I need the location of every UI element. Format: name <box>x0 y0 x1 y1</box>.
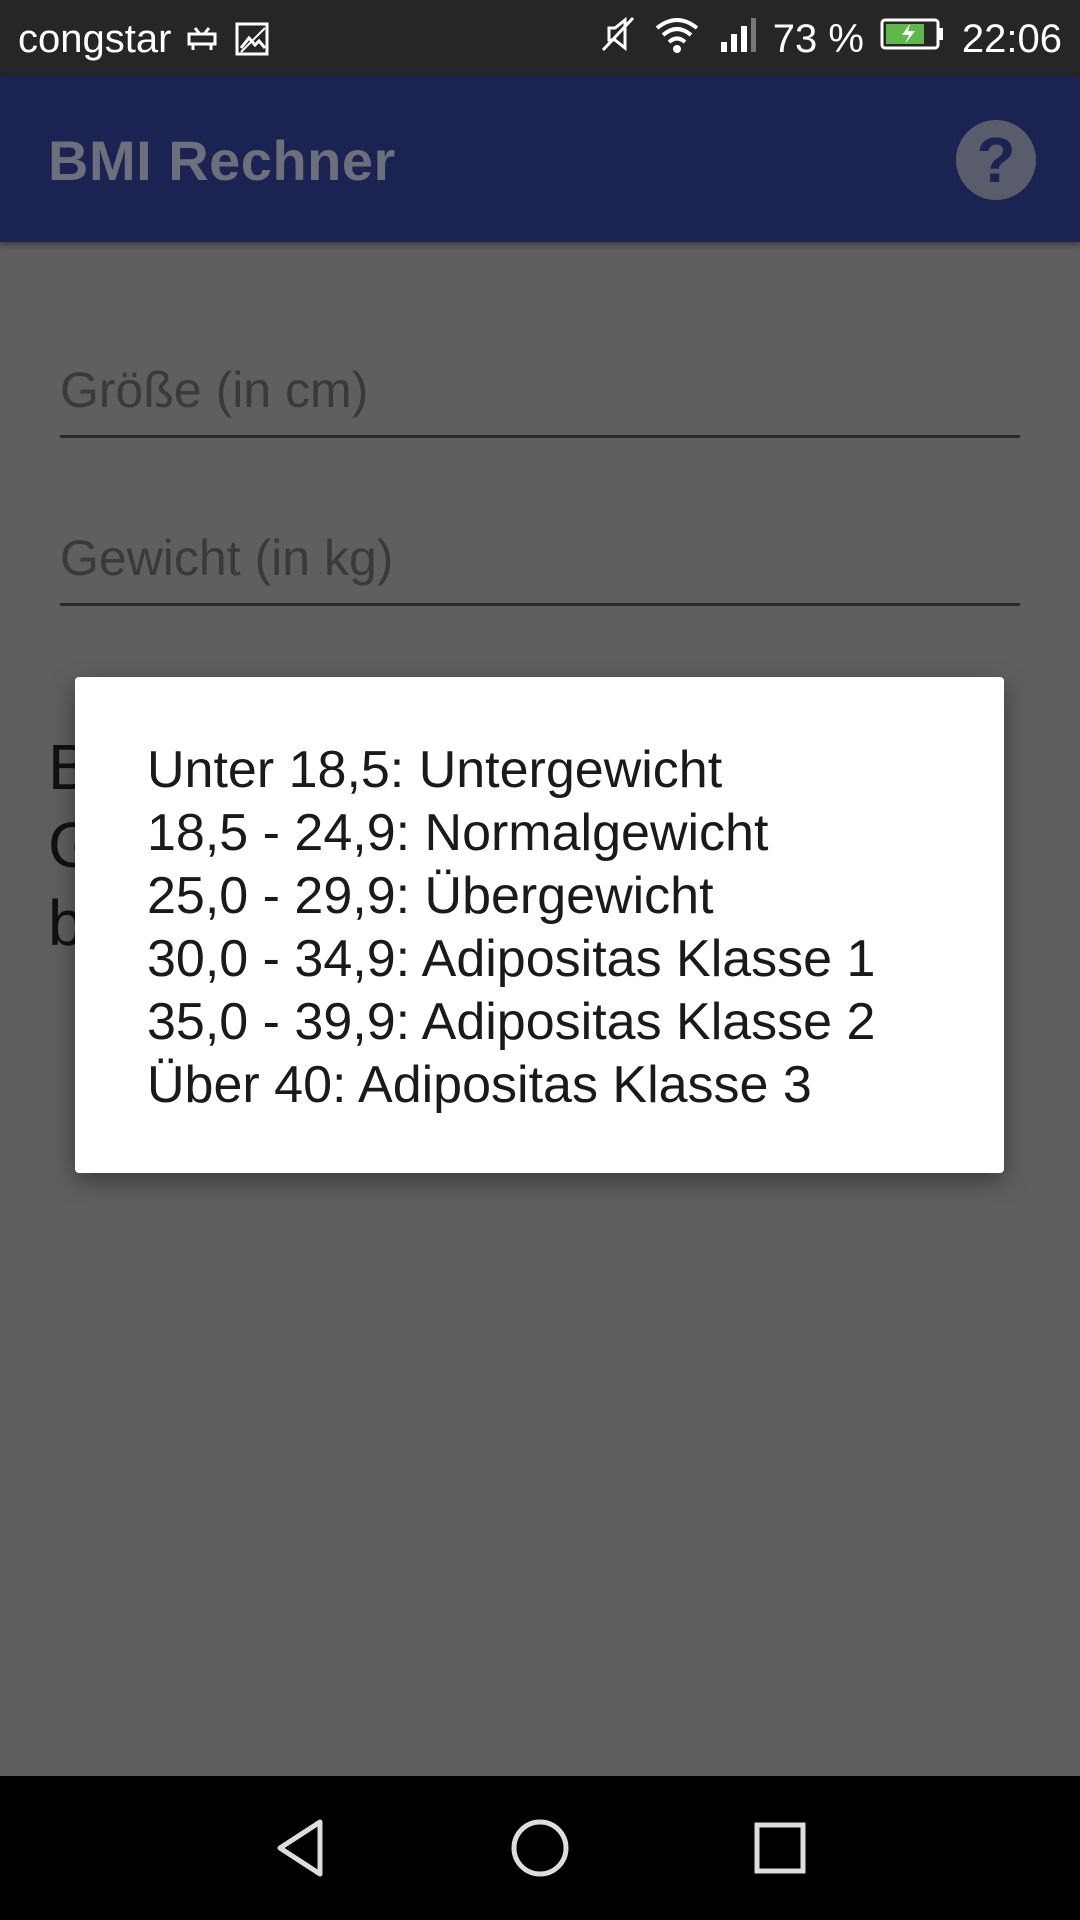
bmi-info-dialog: Unter 18,5: Untergewicht 18,5 - 24,9: No… <box>75 677 1004 1173</box>
bmi-category-line: 25,0 - 29,9: Übergewicht <box>147 867 714 925</box>
height-placeholder: Größe (in cm) <box>60 362 369 418</box>
bmi-category-line: 35,0 - 39,9: Adipositas Klasse 2 <box>147 993 876 1051</box>
back-icon[interactable] <box>270 1816 334 1880</box>
navigation-bar <box>0 1776 1080 1920</box>
app-bar: BMI Rechner ? <box>0 76 1080 242</box>
bmi-category-line: Unter 18,5: Untergewicht <box>147 741 723 799</box>
battery-charging-icon <box>880 14 946 64</box>
mute-icon <box>599 14 637 64</box>
carrier-label: congstar <box>18 17 172 61</box>
help-button[interactable]: ? <box>956 120 1036 200</box>
clock: 22:06 <box>961 17 1062 61</box>
recent-apps-icon[interactable] <box>748 1816 812 1880</box>
android-debug-icon <box>183 20 221 58</box>
status-bar: congstar 73 % 22:06 <box>0 0 1080 76</box>
height-input[interactable]: Größe (in cm) <box>60 355 1020 438</box>
app-title: BMI Rechner <box>48 129 396 192</box>
wifi-icon <box>653 14 701 64</box>
bmi-category-list: Unter 18,5: Untergewicht 18,5 - 24,9: No… <box>147 739 875 1117</box>
help-icon: ? <box>976 124 1016 196</box>
bmi-category-line: 18,5 - 24,9: Normalgewicht <box>147 804 769 862</box>
weight-input[interactable]: Gewicht (in kg) <box>60 523 1020 606</box>
home-icon[interactable] <box>508 1816 572 1880</box>
weight-placeholder: Gewicht (in kg) <box>60 530 394 586</box>
battery-percent: 73 % <box>772 17 864 61</box>
bmi-category-line: 30,0 - 34,9: Adipositas Klasse 1 <box>147 930 876 988</box>
signal-icon <box>717 14 757 64</box>
bmi-category-line: Über 40: Adipositas Klasse 3 <box>147 1056 812 1114</box>
image-icon <box>233 20 271 58</box>
